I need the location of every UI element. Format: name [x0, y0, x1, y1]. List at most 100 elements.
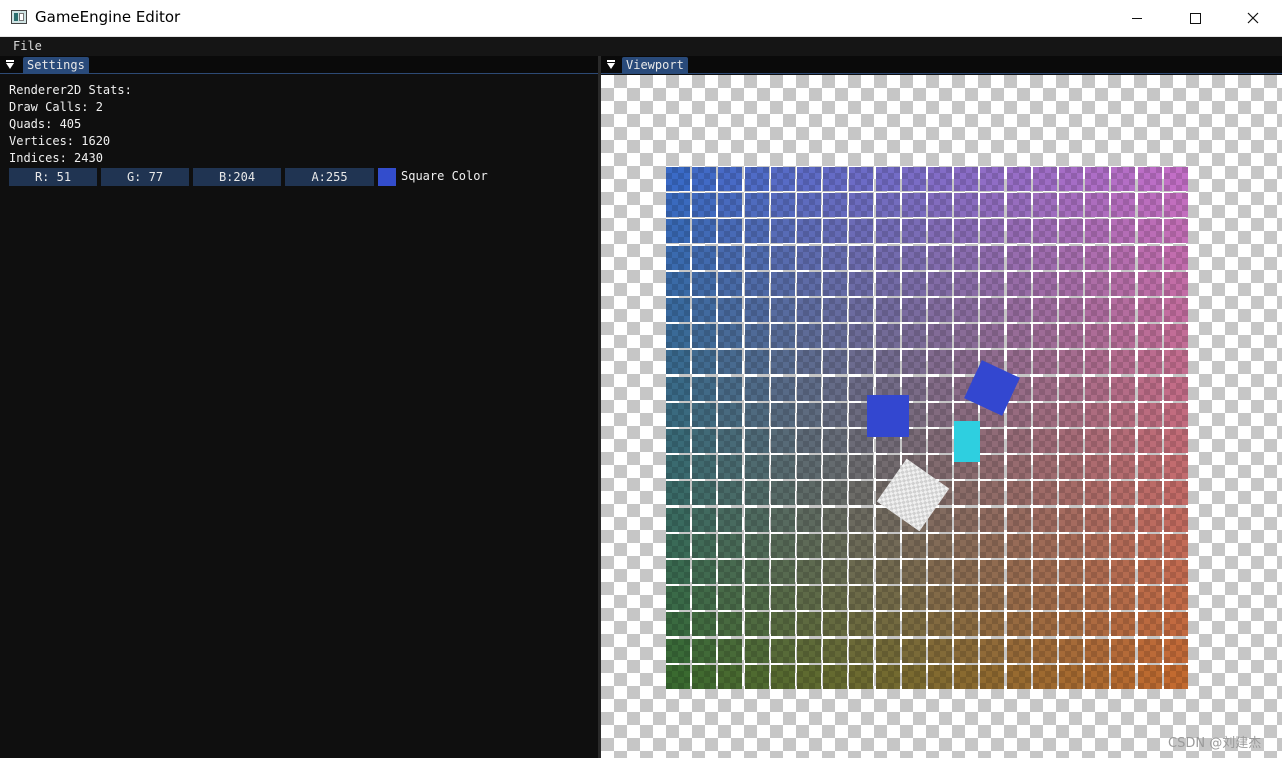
grid-cell	[1111, 219, 1135, 243]
grid-cell	[1033, 324, 1057, 348]
settings-collapse-arrow-icon[interactable]	[6, 60, 14, 69]
grid-cell	[666, 534, 690, 558]
grid-cell	[692, 246, 716, 270]
viewport-panel: Viewport CSDN @刘建杰	[601, 56, 1282, 758]
grid-cell	[980, 534, 1004, 558]
grid-cell	[1085, 403, 1109, 427]
grid-cell	[745, 429, 769, 453]
grid-cell	[1138, 481, 1162, 505]
grid-cell	[928, 534, 952, 558]
grid-cell	[692, 612, 716, 636]
color-swatch[interactable]	[378, 168, 396, 186]
maximize-icon	[1189, 12, 1201, 24]
color-a-field[interactable]: A:255	[285, 168, 374, 186]
grid-cell	[902, 298, 926, 322]
grid-cell	[797, 534, 821, 558]
grid-cell	[692, 324, 716, 348]
color-g-field[interactable]: G: 77	[101, 168, 189, 186]
grid-cell	[771, 403, 795, 427]
grid-cell	[954, 639, 978, 663]
grid-cell	[980, 219, 1004, 243]
grid-cell	[1164, 612, 1188, 636]
grid-cell	[745, 586, 769, 610]
grid-cell	[1111, 534, 1135, 558]
grid-cell	[718, 219, 742, 243]
grid-cell	[1059, 534, 1083, 558]
grid-cell	[954, 534, 978, 558]
grid-cell	[745, 193, 769, 217]
tab-settings[interactable]: Settings	[23, 57, 89, 74]
viewport-collapse-arrow-icon[interactable]	[607, 60, 615, 69]
stats-header: Renderer2D Stats:	[9, 83, 132, 97]
grid-cell	[771, 665, 795, 689]
grid-cell	[902, 246, 926, 270]
grid-cell	[1164, 508, 1188, 532]
grid-cell	[1164, 219, 1188, 243]
grid-cell	[1111, 350, 1135, 374]
grid-cell	[1111, 377, 1135, 401]
square-quad	[867, 395, 909, 437]
grid-cell	[928, 586, 952, 610]
grid-cell	[1085, 246, 1109, 270]
grid-cell	[718, 586, 742, 610]
grid-cell	[1085, 665, 1109, 689]
grid-cell	[849, 324, 873, 348]
grid-cell	[1111, 586, 1135, 610]
close-button[interactable]	[1224, 0, 1282, 36]
grid-cell	[1059, 377, 1083, 401]
grid-cell	[771, 586, 795, 610]
stat-indices: Indices: 2430	[9, 151, 103, 165]
grid-cell	[745, 167, 769, 191]
grid-cell	[1007, 246, 1031, 270]
grid-cell	[1138, 219, 1162, 243]
grid-cell	[1007, 193, 1031, 217]
grid-cell	[823, 377, 847, 401]
grid-cell	[980, 586, 1004, 610]
grid-cell	[666, 612, 690, 636]
grid-cell	[745, 219, 769, 243]
minimize-button[interactable]	[1108, 0, 1166, 36]
grid-cell	[876, 612, 900, 636]
grid-cell	[692, 377, 716, 401]
grid-cell	[1138, 612, 1162, 636]
grid-cell	[1033, 612, 1057, 636]
grid-cell	[876, 665, 900, 689]
grid-cell	[745, 665, 769, 689]
grid-cell	[1033, 246, 1057, 270]
grid-cell	[666, 455, 690, 479]
color-r-field[interactable]: R: 51	[9, 168, 97, 186]
grid-cell	[823, 508, 847, 532]
grid-cell	[928, 219, 952, 243]
grid-cell	[823, 167, 847, 191]
grid-cell	[980, 612, 1004, 636]
grid-cell	[823, 324, 847, 348]
square-color-label: Square Color	[401, 169, 488, 183]
grid-cell	[692, 429, 716, 453]
grid-cell	[771, 219, 795, 243]
grid-cell	[1164, 167, 1188, 191]
grid-cell	[954, 298, 978, 322]
grid-cell	[666, 560, 690, 584]
grid-cell	[1111, 639, 1135, 663]
menu-file[interactable]: File	[13, 39, 42, 53]
grid-cell	[718, 560, 742, 584]
tab-viewport[interactable]: Viewport	[622, 57, 688, 74]
grid-cell	[718, 377, 742, 401]
grid-cell	[1059, 586, 1083, 610]
grid-cell	[849, 350, 873, 374]
grid-cell	[876, 167, 900, 191]
grid-cell	[797, 167, 821, 191]
grid-cell	[1033, 665, 1057, 689]
grid-cell	[902, 560, 926, 584]
grid-cell	[1085, 193, 1109, 217]
maximize-button[interactable]	[1166, 0, 1224, 36]
grid-cell	[928, 246, 952, 270]
grid-cell	[1007, 403, 1031, 427]
grid-cell	[666, 639, 690, 663]
grid-cell	[1138, 324, 1162, 348]
color-b-field[interactable]: B:204	[193, 168, 281, 186]
viewport-canvas[interactable]: CSDN @刘建杰	[601, 75, 1282, 758]
grid-cell	[1164, 298, 1188, 322]
grid-cell	[666, 272, 690, 296]
grid-cell	[902, 167, 926, 191]
